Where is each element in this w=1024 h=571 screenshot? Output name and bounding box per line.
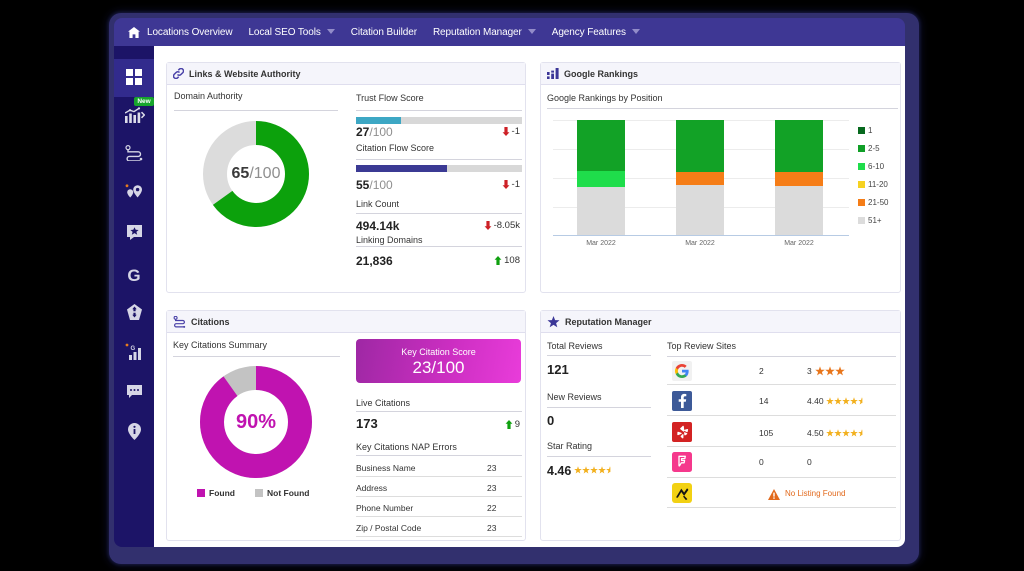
- svg-text:G: G: [131, 346, 136, 352]
